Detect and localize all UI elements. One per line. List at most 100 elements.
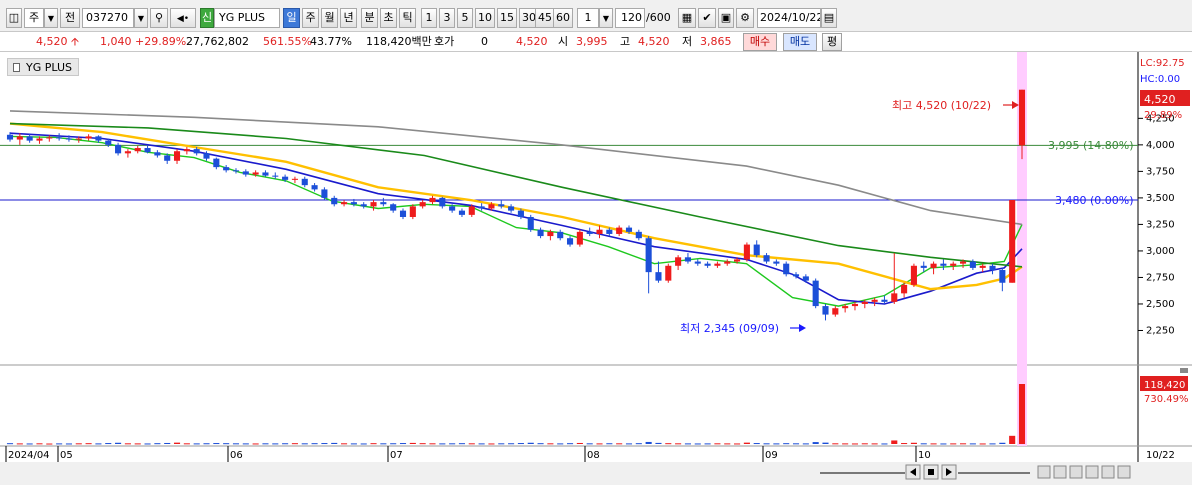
candle-body xyxy=(95,136,102,141)
candle-body xyxy=(488,204,495,209)
hoga-value: 0 xyxy=(481,35,488,48)
volume-bar xyxy=(783,443,790,445)
x-end-label: 10/22 xyxy=(1146,450,1175,461)
volume-bar xyxy=(704,443,711,445)
draw-tool-icon[interactable]: ✔ xyxy=(698,8,716,28)
x-tick-label: 2024/04 xyxy=(8,450,50,461)
candle-body xyxy=(891,293,898,302)
volume-bar xyxy=(625,443,633,445)
indicator-icon[interactable]: ▦ xyxy=(678,8,696,28)
candle-body xyxy=(439,197,446,207)
count-input[interactable]: 120 xyxy=(615,8,645,28)
volume-bar xyxy=(812,442,819,444)
lc-label: LC:92.75 xyxy=(1140,58,1185,69)
gear-icon[interactable]: ⚙ xyxy=(736,8,754,28)
y-tick-label: 2,500 xyxy=(1146,299,1175,310)
candle-body xyxy=(625,227,633,232)
period-week-button[interactable]: 주 xyxy=(302,8,319,28)
stock-chart[interactable]: 4,250 4,000 3,750 3,500 3,250 3,000 2,750 2,500… xyxy=(0,52,1192,485)
candle-body xyxy=(419,202,426,207)
zoom-reset-icon[interactable] xyxy=(1085,465,1099,479)
sell-button[interactable]: 매도 xyxy=(783,33,817,51)
chevron-down-icon[interactable]: ▼ xyxy=(599,8,613,28)
volume-bar xyxy=(105,443,112,445)
zoom-out-icon[interactable] xyxy=(1053,465,1067,479)
panel-collapse-icon[interactable] xyxy=(1180,368,1188,373)
interval-10-button[interactable]: 10 xyxy=(475,8,495,28)
prev-button[interactable]: 전 xyxy=(60,8,80,28)
candle-body xyxy=(950,263,957,266)
zoom-fit-icon[interactable] xyxy=(1069,465,1083,479)
volume-bar xyxy=(399,443,407,445)
candle-body xyxy=(842,306,849,309)
expand-icon[interactable] xyxy=(1101,465,1115,479)
volume-bar xyxy=(203,443,210,445)
candle-body xyxy=(910,265,917,285)
interval-45-button[interactable]: 45 xyxy=(535,8,555,28)
period-year-button[interactable]: 년 xyxy=(340,8,357,28)
candle-body xyxy=(291,178,298,180)
buy-button[interactable]: 매수 xyxy=(743,33,777,51)
interval-1-button[interactable]: 1 xyxy=(421,8,437,28)
chevron-down-icon[interactable]: ▼ xyxy=(44,8,58,28)
volume-bar xyxy=(449,443,456,445)
date-input[interactable]: 2024/10/22 xyxy=(757,8,821,28)
candle-body xyxy=(773,261,780,264)
interval-5-button[interactable]: 5 xyxy=(457,8,473,28)
volume-bar xyxy=(999,442,1006,444)
interval-15-button[interactable]: 15 xyxy=(497,8,517,28)
candle-body xyxy=(792,274,800,277)
candle-body xyxy=(675,257,682,266)
period-second-button[interactable]: 초 xyxy=(380,8,397,28)
volume-bar xyxy=(684,443,691,445)
volume-bar xyxy=(282,443,289,445)
candle-body xyxy=(537,229,544,237)
volume-bar xyxy=(370,443,377,445)
series-legend[interactable]: YG PLUS xyxy=(7,58,79,76)
ask-price: 4,520 xyxy=(516,35,548,48)
layout-icon[interactable]: ◫ xyxy=(6,8,22,28)
period-minute-button[interactable]: 분 xyxy=(361,8,378,28)
period-month-button[interactable]: 월 xyxy=(321,8,338,28)
shrink-icon[interactable] xyxy=(1117,465,1131,479)
interval-select[interactable]: 1 xyxy=(577,8,599,28)
chart-toolbar: ◫ 주 ▼ 전 037270 ▼ ⚲ ◀• 신 YG PLUS 일 주 월 년 … xyxy=(0,0,1192,32)
candle-body xyxy=(999,270,1006,283)
candle-body xyxy=(930,263,937,268)
interval-3-button[interactable]: 3 xyxy=(439,8,455,28)
period-tick-button[interactable]: 틱 xyxy=(399,8,416,28)
candle-body xyxy=(763,255,770,262)
volume-bar xyxy=(321,443,328,445)
chart-canvas[interactable]: 4,2504,0003,7503,5003,2503,0002,7502,500… xyxy=(0,52,1192,485)
period-day-button[interactable]: 일 xyxy=(283,8,300,28)
candle-body xyxy=(134,148,141,152)
save-icon[interactable]: ▣ xyxy=(718,8,734,28)
volume-bar xyxy=(498,443,505,445)
interval-60-button[interactable]: 60 xyxy=(553,8,573,28)
volume-bar xyxy=(547,443,554,445)
volume-bar xyxy=(773,443,780,445)
search-icon[interactable]: ⚲ xyxy=(150,8,168,28)
market-mode-select[interactable]: 주 xyxy=(24,8,44,28)
candle-body xyxy=(144,148,151,153)
volume-bar xyxy=(979,443,986,445)
candle-body xyxy=(75,138,82,140)
stock-code-input[interactable]: 037270 xyxy=(82,8,134,28)
volume-bar xyxy=(488,443,495,445)
volume-bar xyxy=(164,442,171,444)
flat-button[interactable]: 평 xyxy=(822,33,842,51)
volume-bar xyxy=(714,443,721,445)
candle-body xyxy=(193,149,200,154)
candle-body xyxy=(665,265,672,281)
volume-bar xyxy=(832,443,839,445)
candle-body xyxy=(429,197,436,203)
candle-body xyxy=(734,259,741,262)
speaker-icon[interactable]: ◀• xyxy=(170,8,196,28)
legend-toggle-icon[interactable] xyxy=(13,63,20,72)
zoom-in-icon[interactable] xyxy=(1037,465,1051,479)
volume-bar xyxy=(901,443,908,445)
volume-bar xyxy=(891,440,898,444)
calendar-icon[interactable]: ▤ xyxy=(821,8,837,28)
candle-body xyxy=(272,175,279,177)
chevron-down-icon[interactable]: ▼ xyxy=(134,8,148,28)
